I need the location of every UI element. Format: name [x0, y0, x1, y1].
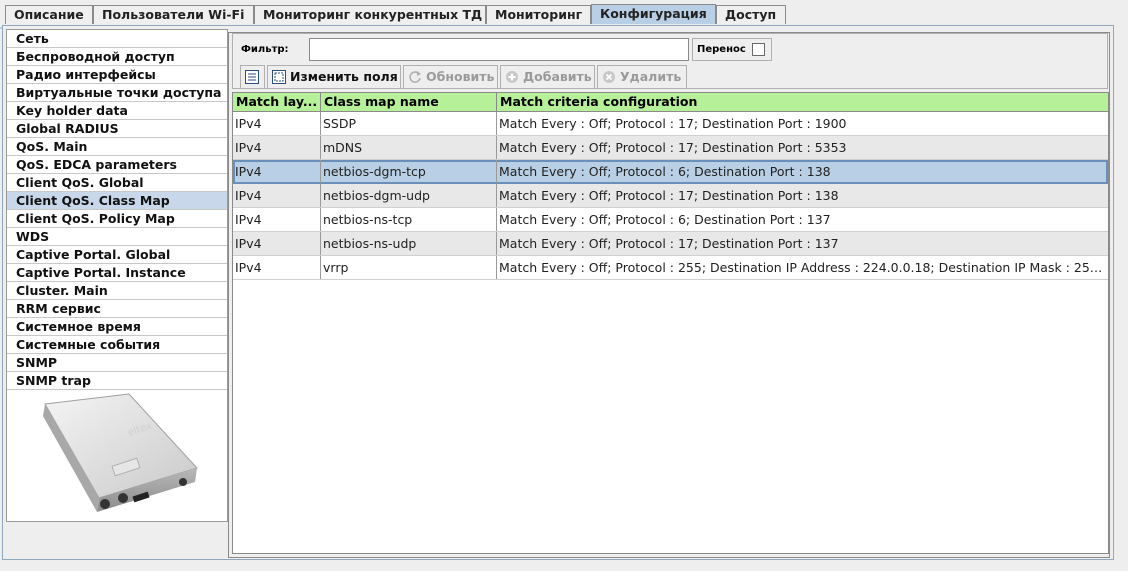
cell-match-criteria: Match Every : Off; Protocol : 17; Destin… — [499, 188, 839, 203]
sidebar-item-qos-edca[interactable]: QoS. EDCA parameters — [7, 156, 227, 174]
filter-label: Фильтр: — [241, 44, 289, 55]
table-row[interactable]: IPv4 mDNS Match Every : Off; Protocol : … — [233, 136, 1108, 160]
cell-match-layer: IPv4 — [233, 184, 321, 207]
sidebar-item-virtual-aps[interactable]: Виртуальные точки доступа — [7, 84, 227, 102]
delete-icon — [603, 71, 615, 83]
sidebar-item-client-qos-class-map[interactable]: Client QoS. Class Map — [7, 192, 227, 210]
cell-match-criteria: Match Every : Off; Protocol : 6; Destina… — [499, 164, 831, 179]
cell-match-layer: IPv4 — [233, 208, 321, 231]
sidebar-item-captive-portal-instance[interactable]: Captive Portal. Instance — [7, 264, 227, 282]
content-area: Фильтр: Перенос Изменить поля Обновить Д… — [228, 32, 1110, 558]
sidebar-item-rrm-service[interactable]: RRM сервис — [7, 300, 227, 318]
tab-wifi-users[interactable]: Пользователи Wi-Fi — [93, 5, 254, 24]
configuration-panel: Сеть Беспроводной доступ Радио интерфейс… — [2, 25, 1114, 560]
cell-match-layer: IPv4 — [233, 256, 321, 279]
tab-access[interactable]: Доступ — [716, 5, 786, 24]
sidebar: Сеть Беспроводной доступ Радио интерфейс… — [6, 29, 228, 522]
cell-class-map-name: netbios-dgm-tcp — [321, 160, 497, 183]
cell-match-layer: IPv4 — [233, 160, 321, 183]
refresh-icon — [409, 71, 421, 83]
cell-match-layer: IPv4 — [233, 112, 321, 135]
sidebar-item-wds[interactable]: WDS — [7, 228, 227, 246]
sidebar-item-qos-main[interactable]: QoS. Main — [7, 138, 227, 156]
cell-class-map-name: vrrp — [321, 256, 497, 279]
add-button[interactable]: Добавить — [500, 65, 595, 89]
table-row[interactable]: IPv4 netbios-dgm-tcp Match Every : Off; … — [233, 160, 1108, 184]
table-row[interactable]: IPv4 netbios-dgm-udp Match Every : Off; … — [233, 184, 1108, 208]
tab-monitoring[interactable]: Мониторинг — [486, 5, 591, 24]
wrap-toggle[interactable]: Перенос — [692, 38, 772, 61]
sidebar-item-snmp[interactable]: SNMP — [7, 354, 227, 372]
main-tabbar: Описание Пользователи Wi-Fi Мониторинг к… — [0, 4, 1128, 29]
wrap-checkbox[interactable] — [752, 43, 765, 56]
sidebar-item-radio-interfaces[interactable]: Радио интерфейсы — [7, 66, 227, 84]
cell-match-criteria: Match Every : Off; Protocol : 17; Destin… — [499, 140, 847, 155]
tab-configuration[interactable]: Конфигурация — [591, 4, 716, 24]
filter-input[interactable] — [309, 38, 689, 61]
cell-class-map-name: SSDP — [321, 112, 497, 135]
cell-class-map-name: mDNS — [321, 136, 497, 159]
table-row[interactable]: IPv4 netbios-ns-tcp Match Every : Off; P… — [233, 208, 1108, 232]
sidebar-item-client-qos-global[interactable]: Client QoS. Global — [7, 174, 227, 192]
cell-class-map-name: netbios-ns-udp — [321, 232, 497, 255]
refresh-label: Обновить — [426, 69, 495, 84]
tab-competitor-monitoring[interactable]: Мониторинг конкурентных ТД — [254, 5, 486, 24]
cell-class-map-name: netbios-dgm-udp — [321, 184, 497, 207]
edit-fields-icon — [272, 70, 286, 84]
column-header-class-map-name[interactable]: Class map name — [321, 93, 497, 111]
column-header-match-criteria[interactable]: Match criteria configuration — [497, 93, 1108, 111]
add-label: Добавить — [523, 69, 592, 84]
cell-match-layer: IPv4 — [233, 232, 321, 255]
table-header: Match lay... Class map name Match criter… — [233, 93, 1108, 112]
cell-match-criteria: Match Every : Off; Protocol : 255; Desti… — [499, 260, 1108, 275]
cell-match-criteria: Match Every : Off; Protocol : 17; Destin… — [499, 116, 847, 131]
cell-match-layer: IPv4 — [233, 136, 321, 159]
class-map-table: Match lay... Class map name Match criter… — [232, 92, 1109, 554]
columns-button[interactable] — [240, 65, 265, 89]
sidebar-item-network[interactable]: Сеть — [7, 30, 227, 48]
add-icon — [506, 71, 518, 83]
delete-button[interactable]: Удалить — [597, 65, 687, 89]
sidebar-item-system-events[interactable]: Системные события — [7, 336, 227, 354]
cell-class-map-name: netbios-ns-tcp — [321, 208, 497, 231]
tab-description[interactable]: Описание — [5, 5, 93, 24]
cell-match-criteria: Match Every : Off; Protocol : 6; Destina… — [499, 212, 831, 227]
sidebar-item-cluster-main[interactable]: Cluster. Main — [7, 282, 227, 300]
cell-match-criteria: Match Every : Off; Protocol : 17; Destin… — [499, 236, 839, 251]
sidebar-item-client-qos-policy-map[interactable]: Client QoS. Policy Map — [7, 210, 227, 228]
sidebar-item-system-time[interactable]: Системное время — [7, 318, 227, 336]
tool-area: Фильтр: Перенос Изменить поля Обновить Д… — [232, 33, 1108, 89]
sidebar-item-snmp-trap[interactable]: SNMP trap — [7, 372, 227, 390]
table-row[interactable]: IPv4 netbios-ns-udp Match Every : Off; P… — [233, 232, 1108, 256]
wrap-label: Перенос — [697, 44, 746, 55]
edit-fields-button[interactable]: Изменить поля — [267, 65, 401, 89]
sidebar-item-global-radius[interactable]: Global RADIUS — [7, 120, 227, 138]
delete-label: Удалить — [620, 69, 682, 84]
list-icon — [245, 70, 259, 84]
device-image: eltex — [43, 393, 198, 512]
table-row[interactable]: IPv4 vrrp Match Every : Off; Protocol : … — [233, 256, 1108, 280]
table-row[interactable]: IPv4 SSDP Match Every : Off; Protocol : … — [233, 112, 1108, 136]
sidebar-item-wireless-access[interactable]: Беспроводной доступ — [7, 48, 227, 66]
sidebar-item-captive-portal-global[interactable]: Captive Portal. Global — [7, 246, 227, 264]
refresh-button[interactable]: Обновить — [403, 65, 498, 89]
sidebar-item-key-holder-data[interactable]: Key holder data — [7, 102, 227, 120]
column-header-match-layer[interactable]: Match lay... — [233, 93, 321, 111]
edit-fields-label: Изменить поля — [290, 69, 398, 84]
